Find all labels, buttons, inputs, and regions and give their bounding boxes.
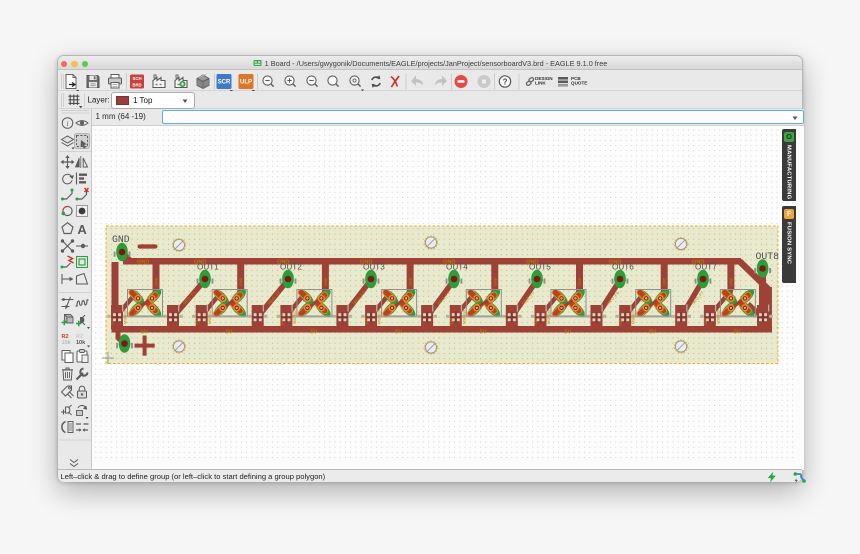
svg-text:5V: 5V <box>565 329 572 335</box>
svg-text:220: 220 <box>533 318 538 325</box>
svg-text:GND: GND <box>526 260 538 266</box>
svg-text:220: 220 <box>364 318 369 325</box>
svg-text:10k: 10k <box>62 340 72 346</box>
svg-text:QUOTE: QUOTE <box>571 80 587 85</box>
svg-text:OUT8: OUT8 <box>756 251 780 262</box>
svg-text:MSP430: MSP430 <box>547 310 551 324</box>
svg-text:5V: 5V <box>226 329 233 335</box>
svg-text:GND: GND <box>609 260 621 266</box>
svg-text:5V: 5V <box>395 329 402 335</box>
svg-text:5V: 5V <box>649 329 656 335</box>
svg-text:MSP430: MSP430 <box>124 310 128 324</box>
svg-text:MSP430: MSP430 <box>293 310 297 324</box>
svg-text:SCR: SCR <box>218 79 231 85</box>
svg-text:GND: GND <box>663 277 667 286</box>
svg-text:220: 220 <box>110 318 115 325</box>
svg-text:Layer:: Layer: <box>88 96 110 105</box>
svg-text:BRD: BRD <box>132 82 141 87</box>
svg-text:GND: GND <box>692 260 704 266</box>
svg-text:?: ? <box>503 77 508 86</box>
svg-text:GND: GND <box>324 277 328 286</box>
svg-text:i: i <box>66 119 68 128</box>
svg-text:GND: GND <box>137 260 149 266</box>
svg-text:MSP430: MSP430 <box>632 310 636 324</box>
svg-text:GND: GND <box>239 277 243 286</box>
svg-text:GND: GND <box>155 277 159 286</box>
svg-text:ULP: ULP <box>240 79 252 85</box>
svg-text:220: 220 <box>702 318 707 325</box>
svg-text:GND: GND <box>277 260 289 266</box>
svg-text:A: A <box>77 222 87 237</box>
svg-text:MSP430: MSP430 <box>716 310 720 324</box>
svg-text:GND: GND <box>360 260 372 266</box>
svg-text:MSP430: MSP430 <box>462 310 466 324</box>
svg-text:MSP430: MSP430 <box>208 310 212 324</box>
svg-text:GND: GND <box>493 277 497 286</box>
svg-text:GND: GND <box>729 277 733 286</box>
svg-text:5V: 5V <box>310 329 317 335</box>
svg-text:5V: 5V <box>734 329 741 335</box>
svg-text:GND: GND <box>194 260 206 266</box>
svg-text:10k: 10k <box>76 340 86 346</box>
svg-text:5V: 5V <box>141 329 148 335</box>
svg-text:MSP430: MSP430 <box>378 310 382 324</box>
svg-text:220: 220 <box>618 318 623 325</box>
svg-text:LINK: LINK <box>535 80 546 85</box>
svg-text:5V: 5V <box>480 329 487 335</box>
svg-text:GND: GND <box>112 234 130 245</box>
svg-text:220: 220 <box>194 318 199 325</box>
svg-text:220: 220 <box>448 318 453 325</box>
svg-text:GND: GND <box>578 277 582 286</box>
svg-text:GND: GND <box>409 277 413 286</box>
svg-text:GND: GND <box>443 260 455 266</box>
svg-text:220: 220 <box>279 318 284 325</box>
svg-text:SCH: SCH <box>132 75 141 80</box>
